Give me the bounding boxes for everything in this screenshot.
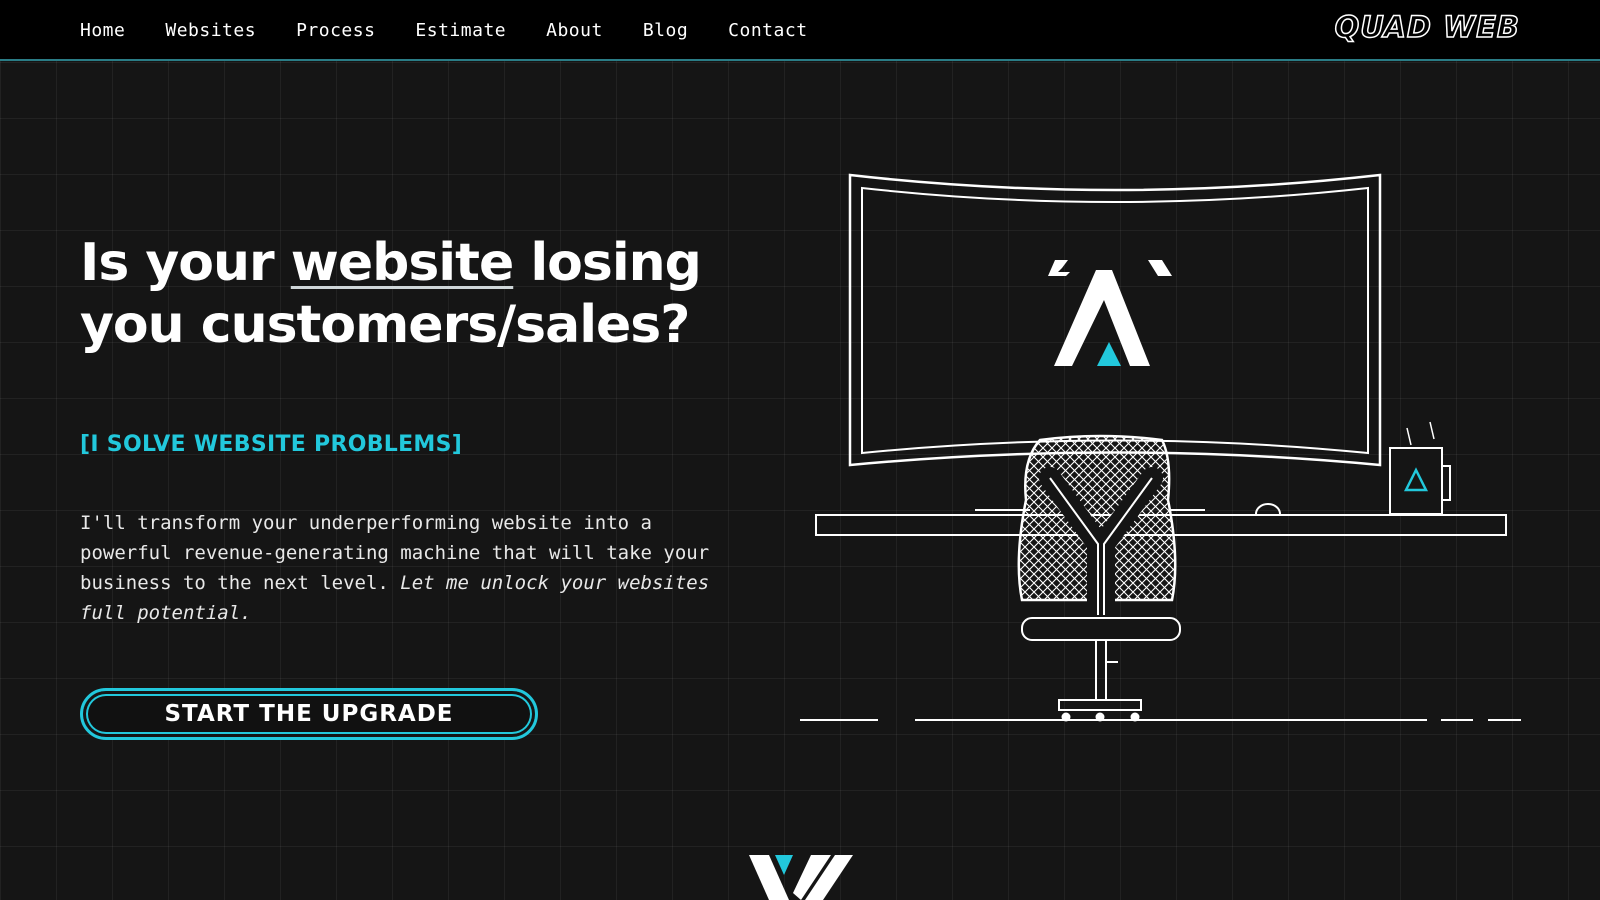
chair-seat bbox=[1021, 617, 1181, 641]
hero-title-part1: Is your bbox=[80, 233, 291, 293]
top-navigation-bar: Home Websites Process Estimate About Blo… bbox=[0, 0, 1600, 61]
quad-web-a-logo-icon bbox=[1048, 260, 1172, 366]
nav-process-link[interactable]: Process bbox=[296, 20, 375, 41]
hero-tagline: [I SOLVE WEBSITE PROBLEMS] bbox=[80, 432, 463, 457]
main-nav: Home Websites Process Estimate About Blo… bbox=[80, 0, 848, 61]
hero-description: I'll transform your underperforming webs… bbox=[80, 508, 720, 628]
chair-base bbox=[1058, 699, 1142, 711]
start-upgrade-button[interactable]: START THE UPGRADE bbox=[80, 688, 538, 740]
nav-blog-link[interactable]: Blog bbox=[643, 20, 688, 41]
hero-title: Is your website losing you customers/sal… bbox=[80, 232, 720, 356]
nav-estimate-link[interactable]: Estimate bbox=[415, 20, 506, 41]
desk-monitor-chair-illustration bbox=[800, 173, 1521, 722]
coffee-mug-icon bbox=[1389, 421, 1451, 515]
nav-contact-link[interactable]: Contact bbox=[728, 20, 807, 41]
hero-title-highlight: website bbox=[290, 233, 514, 293]
scroll-down-v-logo-icon[interactable] bbox=[745, 853, 855, 900]
nav-home-link[interactable]: Home bbox=[80, 20, 125, 41]
nav-about-link[interactable]: About bbox=[546, 20, 603, 41]
brand-logo[interactable]: QUAD WEB bbox=[1334, 9, 1520, 45]
mouse bbox=[1255, 503, 1281, 515]
nav-websites-link[interactable]: Websites bbox=[165, 20, 256, 41]
